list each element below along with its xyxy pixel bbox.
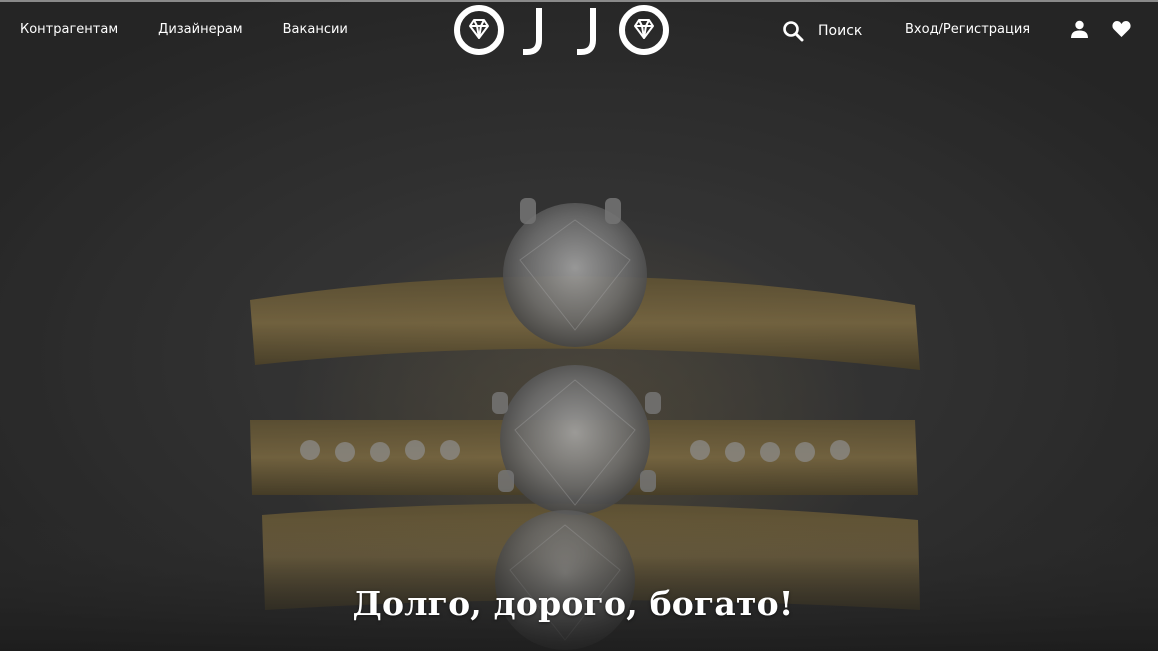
hero-headline: Долго, дорого, богато! — [352, 584, 794, 623]
heart-icon[interactable] — [1112, 20, 1131, 38]
hero-overlay — [0, 0, 1158, 651]
diamond-icon — [634, 19, 654, 39]
top-border — [0, 0, 1158, 2]
nav-link-contractors[interactable]: Контрагентам — [20, 22, 118, 37]
hero-banner — [0, 0, 1158, 651]
search-button[interactable]: Поиск — [782, 20, 862, 42]
ojjo-logo[interactable] — [453, 4, 671, 56]
user-icon[interactable] — [1070, 20, 1089, 39]
nav-link-vacancies[interactable]: Вакансии — [283, 22, 348, 37]
nav-link-designers[interactable]: Дизайнерам — [158, 22, 242, 37]
search-label: Поиск — [818, 23, 863, 39]
search-icon — [783, 21, 804, 42]
top-nav-left: Контрагентам Дизайнерам Вакансии — [20, 22, 388, 37]
diamond-icon — [469, 19, 489, 39]
login-register-link[interactable]: Вход/Регистрация — [905, 22, 1030, 37]
